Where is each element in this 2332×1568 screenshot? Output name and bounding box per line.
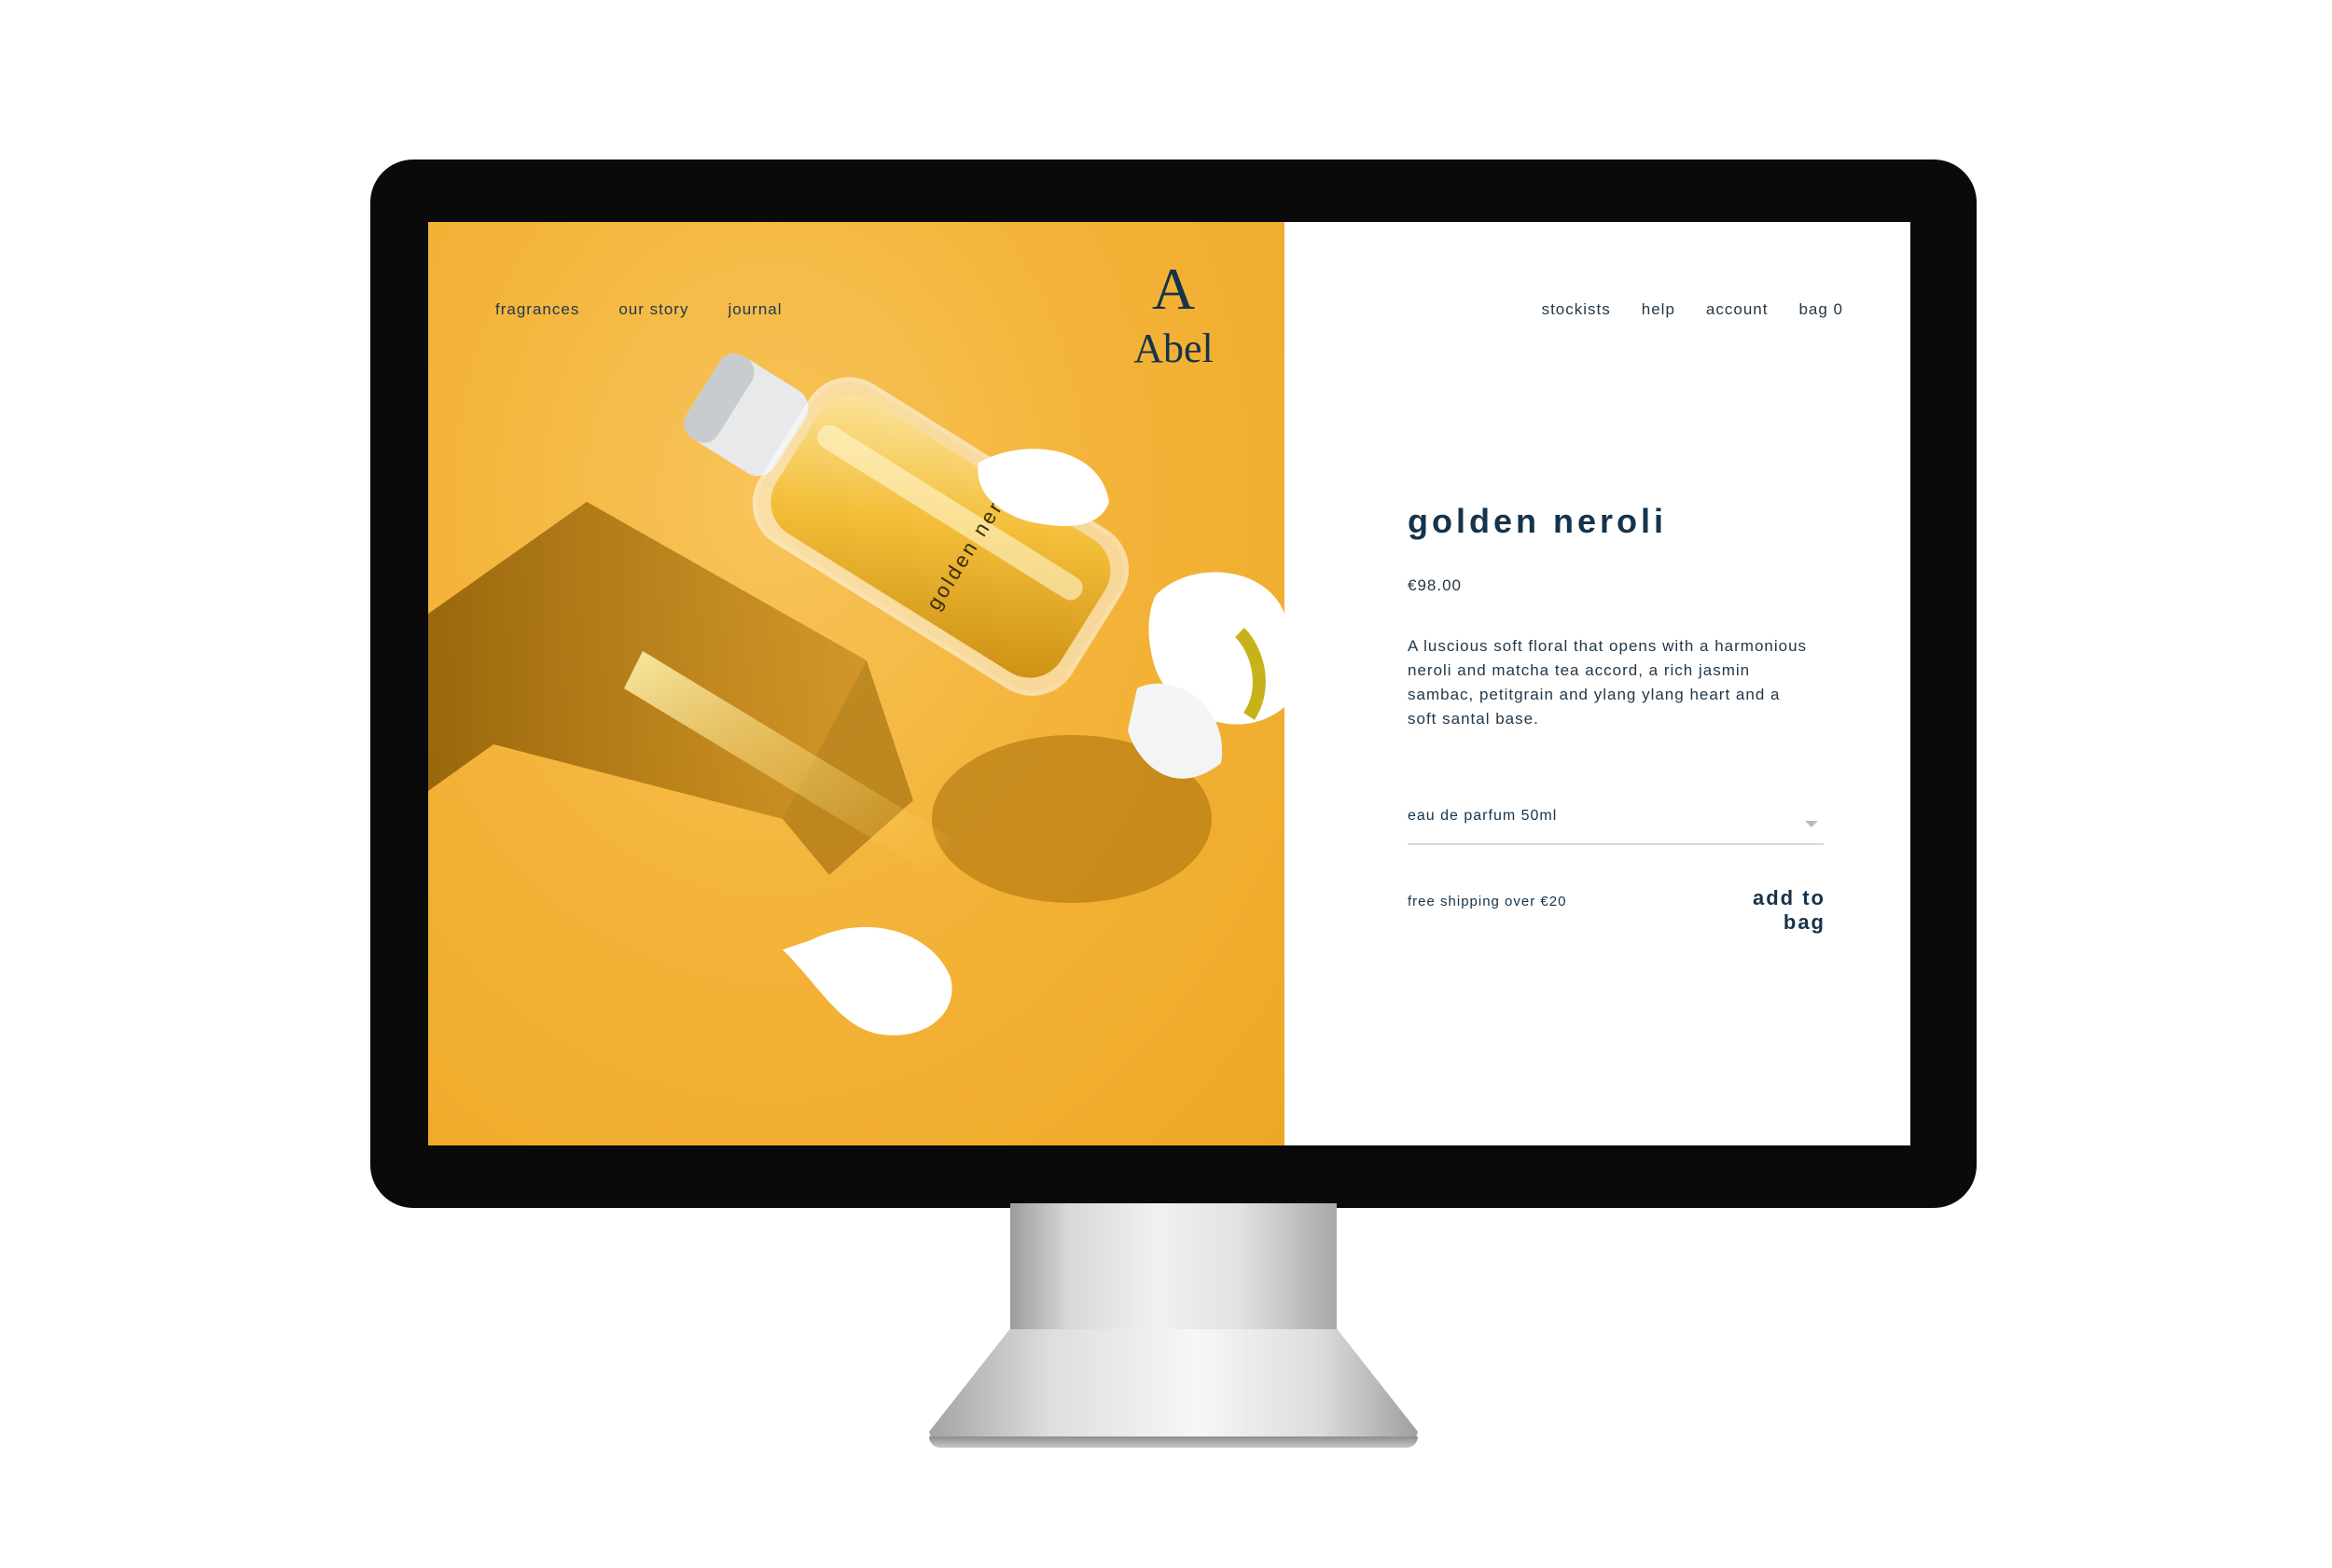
size-select[interactable]: eau de parfum 50ml xyxy=(1408,808,1824,845)
nav-bag[interactable]: bag 0 xyxy=(1798,300,1843,319)
nav-help[interactable]: help xyxy=(1642,300,1675,319)
monitor-stand-edge xyxy=(929,1436,1418,1448)
nav-account[interactable]: account xyxy=(1706,300,1769,319)
brand-logo[interactable]: A Abel xyxy=(1122,259,1225,369)
nav-fragrances[interactable]: fragrances xyxy=(495,300,579,319)
shipping-note: free shipping over €20 xyxy=(1408,894,1567,909)
logo-wordmark: Abel xyxy=(1133,326,1214,371)
nav-stockists[interactable]: stockists xyxy=(1542,300,1611,319)
monitor-stand-base xyxy=(929,1329,1418,1446)
product-title: golden neroli xyxy=(1408,502,1668,540)
chevron-down-icon xyxy=(1805,821,1818,827)
logo-mark: A xyxy=(1151,256,1196,322)
product-price: €98.00 xyxy=(1408,576,1462,594)
nav-journal[interactable]: journal xyxy=(728,300,782,319)
add-to-bag-button[interactable]: add to bag xyxy=(1715,886,1825,935)
website-screen: golden neroli fragrances our story journ… xyxy=(428,222,1910,1145)
nav-our-story[interactable]: our story xyxy=(618,300,688,319)
utility-nav: stockists help account bag 0 xyxy=(1542,300,1843,319)
monitor-bezel: golden neroli fragrances our story journ… xyxy=(370,160,1977,1208)
primary-nav: fragrances our story journal xyxy=(495,300,783,319)
size-select-value: eau de parfum 50ml xyxy=(1408,808,1558,824)
product-details: golden neroli €98.00 A luscious soft flo… xyxy=(1408,502,1827,731)
product-description: A luscious soft floral that opens with a… xyxy=(1408,637,1808,728)
